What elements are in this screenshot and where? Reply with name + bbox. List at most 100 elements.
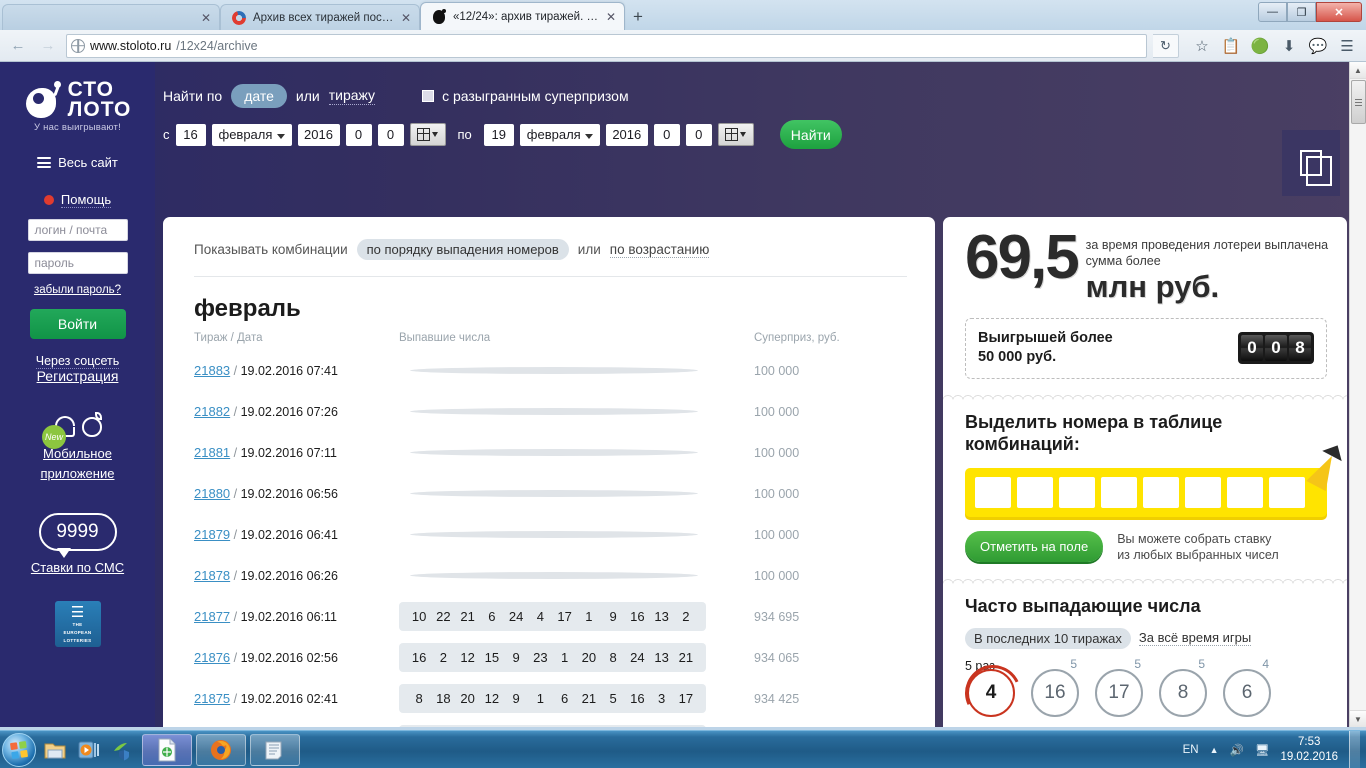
browser-tab-2[interactable]: Архив всех тиражей посл... ✕ — [220, 4, 420, 30]
scroll-up-arrow-icon[interactable]: ▲ — [1350, 62, 1366, 79]
scrollbar-thumb[interactable] — [1351, 80, 1366, 124]
search-by-draw-tab[interactable]: тиражу — [328, 87, 376, 105]
address-bar[interactable]: www.stoloto.ru/12x24/archive — [66, 33, 1147, 58]
draw-id-link[interactable]: 21875 — [194, 691, 230, 706]
sidebar-item-label: Помощь — [60, 192, 112, 209]
forgot-password-link[interactable]: забыли пароль? — [0, 284, 155, 296]
frequent-number-ball[interactable]: 17 — [1095, 668, 1143, 717]
number-cell-7[interactable] — [1227, 476, 1263, 508]
reading-list-icon[interactable]: 📋 — [1222, 37, 1241, 55]
forward-icon[interactable]: → — [36, 34, 60, 58]
tab-all-time[interactable]: За всё время игры — [1138, 630, 1252, 647]
number-cell-4[interactable] — [1101, 476, 1137, 508]
pocket-icon[interactable]: 🟢 — [1251, 37, 1270, 55]
mode-order-of-draw[interactable]: по порядку выпадения номеров — [356, 239, 569, 260]
taskbar-button-firefox[interactable] — [196, 733, 246, 766]
superprize-checkbox[interactable] — [422, 90, 435, 102]
show-hidden-icons-icon[interactable]: ▲ — [1210, 745, 1219, 755]
volume-icon[interactable]: 🔊 — [1230, 743, 1244, 757]
explorer-icon[interactable] — [40, 734, 70, 766]
drawn-number: 1 — [536, 691, 544, 706]
login-input[interactable]: логин / почта — [27, 219, 128, 242]
frequent-number-ball[interactable]: 6 — [1223, 668, 1271, 717]
to-hour-input[interactable]: 0 — [653, 123, 680, 146]
password-input[interactable]: пароль — [27, 252, 128, 275]
browser-tab-3[interactable]: «12/24»: архив тиражей. П... ✕ — [420, 2, 625, 30]
start-button[interactable] — [2, 732, 36, 767]
taskbar-button-editor[interactable] — [250, 733, 300, 766]
antivirus-icon[interactable] — [108, 734, 138, 766]
draw-id-link[interactable]: 21883 — [194, 363, 230, 378]
clock[interactable]: 7:53 19.02.2016 — [1280, 735, 1338, 764]
frequent-number-ball[interactable]: 16 — [1031, 668, 1079, 717]
site-logo[interactable]: СТО ЛОТО — [0, 79, 155, 122]
number-cell-2[interactable] — [1017, 476, 1053, 508]
draw-id-link[interactable]: 21881 — [194, 445, 230, 460]
from-month-select[interactable]: февраля — [211, 123, 292, 146]
to-minute-input[interactable]: 0 — [685, 123, 712, 146]
bookmark-star-icon[interactable]: ☆ — [1193, 37, 1211, 55]
window-close-button[interactable]: ✕ — [1316, 2, 1362, 22]
tab-last-10-draws[interactable]: В последних 10 тиражах — [965, 627, 1131, 649]
language-indicator[interactable]: EN — [1183, 744, 1199, 756]
close-icon[interactable]: ✕ — [606, 11, 616, 23]
draw-id-link[interactable]: 21877 — [194, 609, 230, 624]
downloads-icon[interactable]: ⬇ — [1280, 37, 1298, 55]
mobile-app-icons[interactable]: New — [0, 412, 155, 450]
draw-id-link[interactable]: 21882 — [194, 404, 230, 419]
draw-id-link[interactable]: 21879 — [194, 527, 230, 542]
social-login-link[interactable]: Через соцсеть — [0, 354, 155, 370]
sms-block[interactable]: 9999 Ставки по СМС — [0, 513, 155, 575]
network-icon[interactable]: 🖥 — [1255, 743, 1270, 757]
from-hour-input[interactable]: 0 — [345, 123, 372, 146]
media-player-icon[interactable] — [74, 734, 104, 766]
menu-icon[interactable]: ☰ — [1338, 37, 1356, 55]
search-by-date-tab[interactable]: дате — [231, 84, 287, 108]
from-calendar-button[interactable] — [409, 123, 446, 146]
scroll-down-arrow-icon[interactable]: ▼ — [1350, 710, 1366, 727]
superprize-checkbox-wrap[interactable]: с разыгранным суперпризом — [422, 88, 629, 104]
placeholder-dot-icon — [410, 531, 698, 538]
draw-id-link[interactable]: 21876 — [194, 650, 230, 665]
from-minute-input[interactable]: 0 — [377, 123, 404, 146]
close-icon[interactable]: ✕ — [401, 12, 411, 24]
to-calendar-button[interactable] — [717, 123, 754, 146]
maximize-button[interactable]: ❐ — [1287, 2, 1316, 22]
taskbar-button-document[interactable] — [142, 733, 192, 766]
sidebar-item-help[interactable]: Помощь — [0, 192, 155, 209]
table-row: 21878 / 19.02.2016 06:26 100 000 — [194, 555, 907, 596]
to-month-select[interactable]: февраля — [519, 123, 600, 146]
number-cell-1[interactable] — [975, 476, 1011, 508]
number-cell-6[interactable] — [1185, 476, 1221, 508]
mobile-app-link[interactable]: Мобильное приложение — [0, 444, 155, 483]
find-button[interactable]: Найти — [779, 120, 842, 149]
to-day-input[interactable]: 19 — [483, 123, 514, 146]
draw-id-link[interactable]: 21880 — [194, 486, 230, 501]
page-scrollbar[interactable]: ▲ ▼ — [1349, 62, 1366, 727]
number-cell-5[interactable] — [1143, 476, 1179, 508]
separator: / — [230, 405, 241, 419]
mode-ascending[interactable]: по возрастанию — [609, 242, 710, 258]
login-button[interactable]: Войти — [29, 309, 126, 340]
frequent-number-ball[interactable]: 8 — [1159, 668, 1207, 717]
number-cell-3[interactable] — [1059, 476, 1095, 508]
browser-tab-1[interactable]: ✕ — [2, 4, 220, 30]
from-year-input[interactable]: 2016 — [297, 123, 340, 146]
back-icon[interactable]: ← — [6, 34, 30, 58]
show-desktop-button[interactable] — [1349, 730, 1360, 768]
frequent-number-ball[interactable]: 4 — [957, 656, 1029, 727]
register-link[interactable]: Регистрация — [37, 368, 119, 384]
minimize-button[interactable]: — — [1258, 2, 1287, 22]
from-day-input[interactable]: 16 — [175, 123, 206, 146]
mark-on-field-button[interactable]: Отметить на поле — [965, 531, 1104, 563]
to-year-input[interactable]: 2016 — [605, 123, 648, 146]
close-icon[interactable]: ✕ — [201, 12, 211, 24]
sidebar-item-all-site[interactable]: Весь сайт — [0, 155, 155, 170]
chat-icon[interactable]: 💬 — [1309, 37, 1328, 55]
logo-line-2: ЛОТО — [67, 98, 132, 122]
new-tab-button[interactable]: + — [625, 4, 651, 30]
reload-icon[interactable]: ↻ — [1153, 33, 1179, 58]
number-cell-8[interactable] — [1269, 476, 1305, 508]
draw-id-link[interactable]: 21878 — [194, 568, 230, 583]
print-pages-button[interactable] — [1282, 130, 1340, 196]
